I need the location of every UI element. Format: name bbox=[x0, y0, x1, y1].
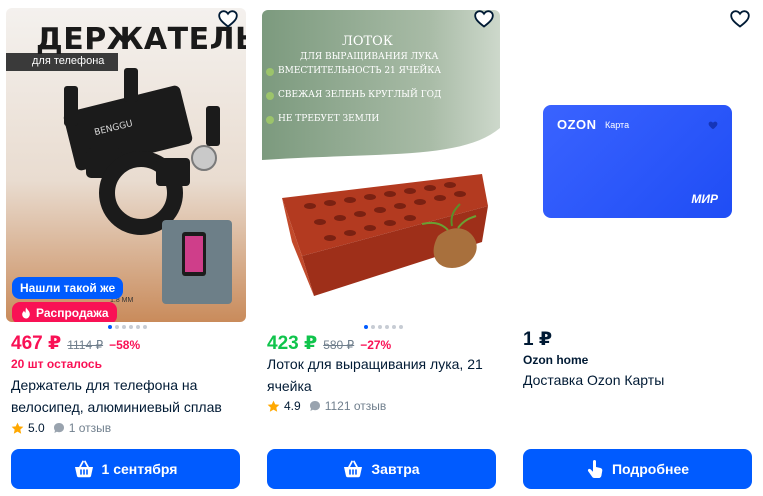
reviews-count: 1 отзыв bbox=[68, 421, 112, 435]
found-similar-label: Нашли такой же bbox=[20, 281, 116, 295]
old-price: 1114 ₽ bbox=[67, 338, 104, 352]
price-row: 423 ₽ 580 ₽ −27% bbox=[267, 332, 391, 355]
product-image[interactable]: ЛОТОК ДЛЯ ВЫРАЩИВАНИЯ ЛУКА ВМЕСТИТЕЛЬНОС… bbox=[262, 10, 500, 314]
product-title[interactable]: Лоток для выращивания лука, 21 ячейка bbox=[267, 353, 499, 397]
basket-icon bbox=[344, 460, 363, 478]
pager-dot[interactable] bbox=[364, 325, 368, 329]
heart-icon bbox=[218, 10, 238, 28]
product-image[interactable]: BENGGU 8 1.8 MM ДЕРЖАТЕЛЬ для телефона Н… bbox=[6, 8, 246, 322]
current-price: 467 ₽ bbox=[11, 333, 62, 354]
current-price: 1 ₽ bbox=[523, 329, 553, 350]
rating-row[interactable]: 4.9 1121 отзыв bbox=[267, 399, 386, 413]
product-card[interactable]: ЛОТОК ДЛЯ ВЫРАЩИВАНИЯ ЛУКА ВМЕСТИТЕЛЬНОС… bbox=[262, 0, 502, 496]
current-price: 423 ₽ bbox=[267, 333, 318, 354]
heart-icon bbox=[474, 10, 494, 28]
favorite-button[interactable] bbox=[726, 6, 754, 32]
pager-dot[interactable] bbox=[399, 325, 403, 329]
pager-dot[interactable] bbox=[385, 325, 389, 329]
product-title[interactable]: Держатель для телефона на велосипед, алю… bbox=[11, 374, 243, 418]
add-to-cart-button[interactable]: Завтра bbox=[267, 449, 496, 489]
reviews-count: 1121 отзыв bbox=[324, 399, 387, 413]
pager-dot[interactable] bbox=[136, 325, 140, 329]
pager-dot[interactable] bbox=[143, 325, 147, 329]
details-button[interactable]: Подробнее bbox=[523, 449, 752, 489]
pager-dot[interactable] bbox=[371, 325, 375, 329]
pager-dot[interactable] bbox=[108, 325, 112, 329]
tap-icon bbox=[587, 460, 603, 478]
found-similar-badge[interactable]: Нашли такой же bbox=[12, 277, 124, 299]
ozon-card-image: OZON Карта МИР bbox=[543, 105, 732, 218]
stock-label: 20 шт осталось bbox=[11, 357, 102, 371]
basket-icon bbox=[74, 460, 93, 478]
card-brand: OZON bbox=[557, 117, 597, 132]
image-feature-1: ВМЕСТИТЕЛЬНОСТЬ 21 ЯЧЕЙКА bbox=[278, 66, 442, 76]
product-image[interactable]: OZON Карта МИР bbox=[518, 8, 758, 322]
heart-icon bbox=[708, 121, 718, 130]
favorite-button[interactable] bbox=[470, 6, 498, 32]
review-bubble-icon bbox=[53, 423, 64, 433]
product-title[interactable]: Доставка Ozon Карты bbox=[523, 369, 755, 391]
heart-icon bbox=[730, 10, 750, 28]
seller-name[interactable]: Ozon home bbox=[523, 353, 588, 367]
discount-label: −27% bbox=[360, 338, 392, 352]
price-row: 467 ₽ 1114 ₽ −58% bbox=[11, 332, 140, 355]
product-card[interactable]: OZON Карта МИР 1 ₽ Ozon home Доставка Oz… bbox=[518, 0, 758, 496]
star-icon bbox=[11, 422, 24, 434]
image-feature-3: НЕ ТРЕБУЕТ ЗЕМЛИ bbox=[278, 114, 380, 124]
image-pager[interactable] bbox=[108, 325, 147, 329]
pager-dot[interactable] bbox=[378, 325, 382, 329]
pager-dot[interactable] bbox=[129, 325, 133, 329]
review-bubble-icon bbox=[309, 401, 320, 411]
star-icon bbox=[267, 400, 280, 412]
flame-icon bbox=[22, 307, 30, 319]
rating-value: 5.0 bbox=[28, 421, 45, 435]
image-headline: ЛОТОК bbox=[342, 34, 393, 49]
card-label: Карта bbox=[605, 120, 630, 130]
favorite-button[interactable] bbox=[214, 6, 242, 32]
price-row: 1 ₽ bbox=[523, 328, 552, 351]
rating-value: 4.9 bbox=[284, 399, 301, 413]
button-label: 1 сентября bbox=[101, 461, 178, 477]
add-to-cart-button[interactable]: 1 сентября bbox=[11, 449, 240, 489]
rating-row[interactable]: 5.0 1 отзыв bbox=[11, 421, 111, 435]
pager-dot[interactable] bbox=[392, 325, 396, 329]
discount-label: −58% bbox=[109, 338, 141, 352]
payment-system-logo: МИР bbox=[691, 192, 718, 206]
button-label: Завтра bbox=[371, 461, 420, 477]
button-label: Подробнее bbox=[611, 461, 690, 477]
pager-dot[interactable] bbox=[115, 325, 119, 329]
image-feature-2: СВЕЖАЯ ЗЕЛЕНЬ КРУГЛЫЙ ГОД bbox=[278, 90, 442, 100]
sale-label: Распродажа bbox=[36, 306, 109, 320]
product-card[interactable]: BENGGU 8 1.8 MM ДЕРЖАТЕЛЬ для телефона Н… bbox=[6, 0, 246, 496]
pager-dot[interactable] bbox=[122, 325, 126, 329]
image-subline: для телефона bbox=[32, 55, 105, 67]
sale-badge: Распродажа bbox=[12, 302, 117, 322]
image-pager[interactable] bbox=[364, 325, 403, 329]
old-price: 580 ₽ bbox=[323, 338, 355, 352]
image-subline: ДЛЯ ВЫРАЩИВАНИЯ ЛУКА bbox=[300, 52, 439, 62]
